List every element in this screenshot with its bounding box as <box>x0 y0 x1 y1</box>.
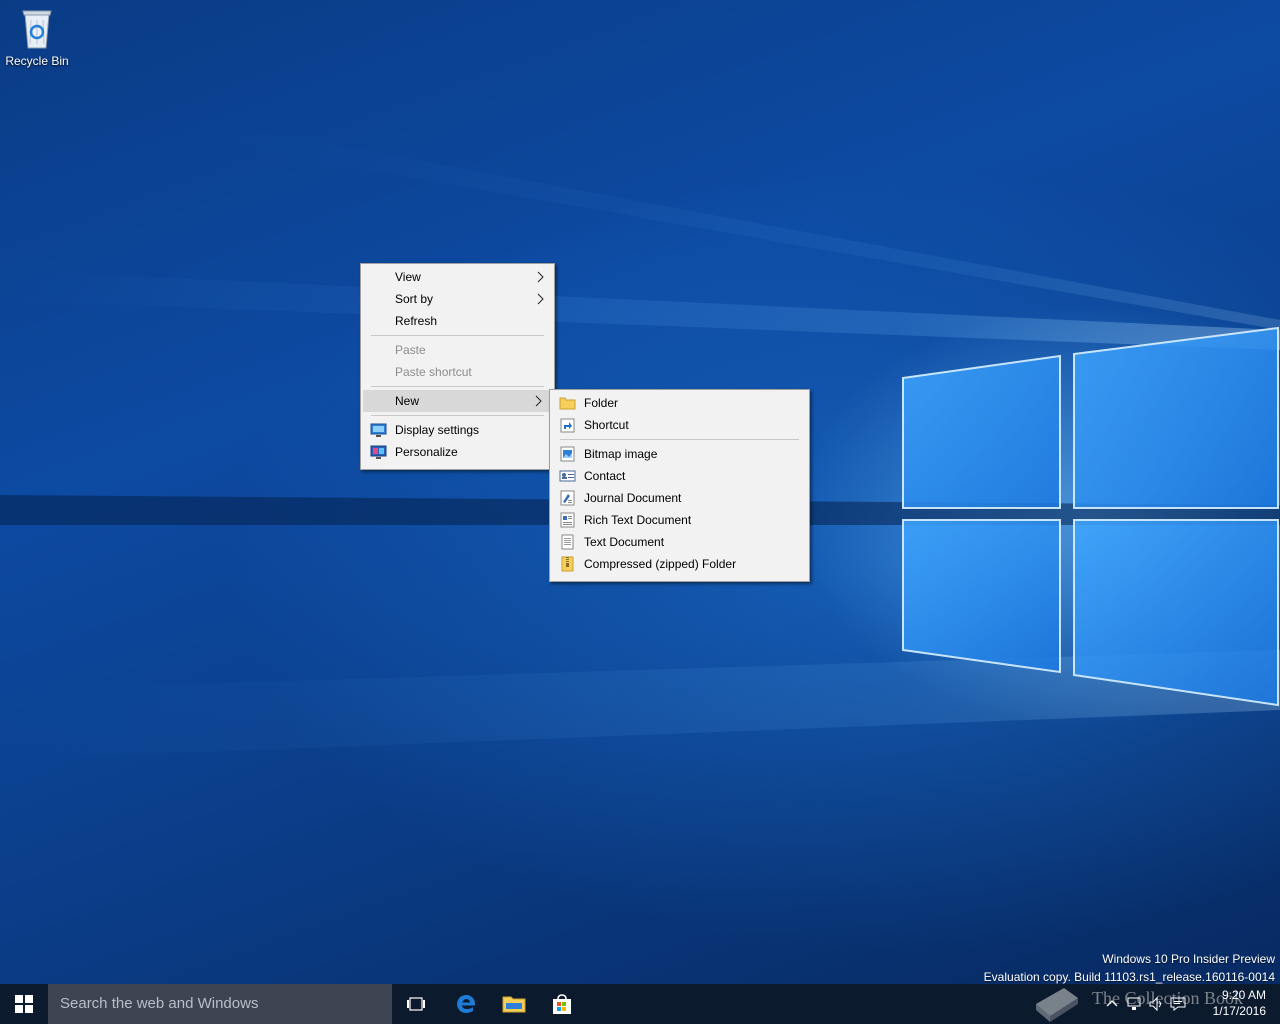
menu-item-view[interactable]: View <box>361 266 554 288</box>
menu-item-personalize[interactable]: Personalize <box>361 441 554 463</box>
folder-icon <box>559 395 576 411</box>
store-button[interactable] <box>538 984 586 1024</box>
menu-item-label: Refresh <box>395 314 438 328</box>
menu-item-label: Bitmap image <box>584 447 658 461</box>
start-button[interactable] <box>0 984 48 1024</box>
menu-item-label: Personalize <box>395 445 458 459</box>
personalize-icon <box>370 444 387 460</box>
search-input[interactable]: Search the web and Windows <box>48 984 392 1024</box>
file-explorer-button[interactable] <box>490 984 538 1024</box>
new-item-journal-document[interactable]: Journal Document <box>550 487 809 509</box>
task-view-icon <box>407 997 425 1011</box>
new-item-bitmap-image[interactable]: Bitmap image <box>550 443 809 465</box>
new-submenu: Folder Shortcut Bitmap image Contact Jou… <box>549 389 810 582</box>
task-view-button[interactable] <box>392 984 440 1024</box>
menu-item-paste: Paste <box>361 339 554 361</box>
desktop-context-menu: View Sort by Refresh Paste Paste shortcu… <box>360 263 555 470</box>
new-item-rich-text-document[interactable]: Rich Text Document <box>550 509 809 531</box>
menu-item-label: Journal Document <box>584 491 682 505</box>
menu-item-label: Shortcut <box>584 418 629 432</box>
desktop-icon-label: Recycle Bin <box>5 54 69 68</box>
menu-separator <box>371 386 544 387</box>
brand-watermark: The Collection Book <box>1030 974 1280 1024</box>
text-document-icon <box>559 534 576 550</box>
new-item-folder[interactable]: Folder <box>550 392 809 414</box>
menu-item-label: New <box>395 394 420 408</box>
windows-logo-icon <box>15 995 33 1013</box>
menu-item-label: Paste <box>395 343 426 357</box>
chevron-right-icon <box>534 266 546 288</box>
bitmap-image-icon <box>559 446 576 462</box>
chevron-right-icon <box>532 390 544 412</box>
zip-folder-icon <box>559 556 576 572</box>
menu-item-label: Contact <box>584 469 626 483</box>
contact-icon <box>559 468 576 484</box>
menu-separator <box>371 335 544 336</box>
menu-item-new[interactable]: New <box>363 390 552 412</box>
recycle-bin-icon <box>22 10 52 49</box>
new-item-compressed-folder[interactable]: Compressed (zipped) Folder <box>550 553 809 575</box>
menu-item-paste-shortcut: Paste shortcut <box>361 361 554 383</box>
menu-separator <box>371 415 544 416</box>
menu-item-label: Text Document <box>584 535 665 549</box>
menu-item-label: View <box>395 270 421 284</box>
chevron-right-icon <box>534 288 546 310</box>
file-explorer-icon <box>502 996 526 1013</box>
edge-button[interactable] <box>442 984 490 1024</box>
desktop-icon-recycle-bin[interactable]: Recycle Bin <box>4 6 70 76</box>
menu-item-label: Display settings <box>395 423 480 437</box>
menu-item-sort-by[interactable]: Sort by <box>361 288 554 310</box>
menu-item-label: Paste shortcut <box>395 365 472 379</box>
menu-item-label: Folder <box>584 396 619 410</box>
new-item-shortcut[interactable]: Shortcut <box>550 414 809 436</box>
edge-icon <box>457 995 476 1013</box>
new-item-contact[interactable]: Contact <box>550 465 809 487</box>
menu-item-label: Compressed (zipped) Folder <box>584 557 737 571</box>
watermark-edition: Windows 10 Pro Insider Preview <box>1102 952 1275 966</box>
display-settings-icon <box>370 422 387 438</box>
menu-item-label: Rich Text Document <box>584 513 692 527</box>
menu-separator <box>560 439 799 440</box>
shortcut-icon <box>559 417 576 433</box>
rich-text-document-icon <box>559 512 576 528</box>
new-item-text-document[interactable]: Text Document <box>550 531 809 553</box>
menu-item-label: Sort by <box>395 292 434 306</box>
store-icon <box>553 994 571 1014</box>
brand-text: The Collection Book <box>1092 988 1243 1008</box>
menu-item-display-settings[interactable]: Display settings <box>361 419 554 441</box>
book-logo-icon <box>1036 988 1078 1022</box>
journal-document-icon <box>559 490 576 506</box>
menu-item-refresh[interactable]: Refresh <box>361 310 554 332</box>
